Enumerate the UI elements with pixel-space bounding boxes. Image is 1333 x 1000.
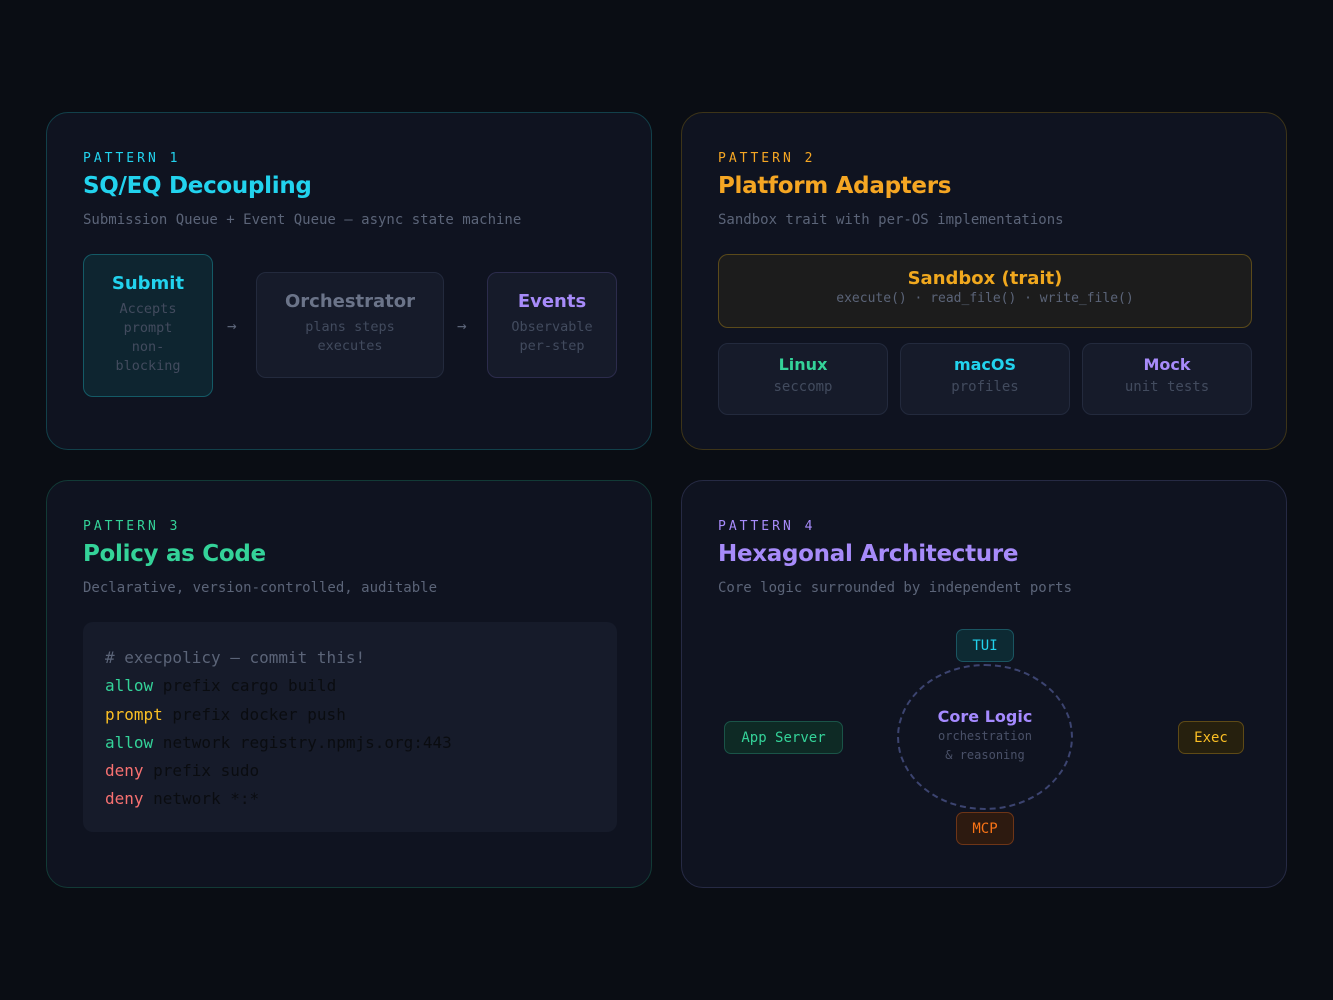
pattern-3-card: PATTERN 3 Policy as Code Declarative, ve… (46, 480, 652, 888)
pattern-3-title: Policy as Code (83, 541, 266, 567)
orchestrator-desc-line: executes (317, 338, 383, 354)
code-line: allow network registry.npmjs.org:443 (105, 729, 617, 757)
code-line: deny prefix sudo (105, 757, 617, 785)
port-tui: TUI (956, 629, 1014, 662)
pattern-2-title: Platform Adapters (718, 173, 952, 199)
mock-impl-desc: unit tests (1124, 379, 1210, 395)
sandbox-trait-title: Sandbox (trait) (907, 268, 1063, 289)
code-line: prompt prefix docker push (105, 701, 617, 729)
policy-code-block: # execpolicy — commit this! allow prefix… (83, 622, 617, 832)
pattern-2-card: PATTERN 2 Platform Adapters Sandbox trai… (681, 112, 1287, 450)
submit-node: Submit Accepts prompt non- blocking (83, 254, 213, 397)
events-node: Events Observable per-step (487, 272, 617, 378)
code-rest: network *:* (143, 789, 260, 809)
submit-desc-line: prompt (123, 320, 173, 336)
sandbox-trait-box: Sandbox (trait) execute() · read_file() … (718, 254, 1252, 328)
pattern-3-eyebrow: PATTERN 3 (83, 519, 181, 534)
events-title: Events (517, 291, 587, 312)
code-rest: prefix cargo build (153, 676, 337, 696)
orchestrator-title: Orchestrator (284, 291, 416, 312)
macos-impl-box: macOS profiles (900, 343, 1070, 415)
mock-impl-box: Mock unit tests (1082, 343, 1252, 415)
pattern-1-subtitle: Submission Queue + Event Queue — async s… (83, 212, 522, 228)
core-logic-desc-line: orchestration (938, 729, 1032, 743)
sandbox-trait-methods: execute() · read_file() · write_file() (836, 291, 1134, 306)
core-logic-title: Core Logic (937, 707, 1033, 726)
mock-impl-title: Mock (1143, 355, 1191, 374)
code-keyword: deny (105, 789, 144, 809)
orchestrator-node: Orchestrator plans steps executes (256, 272, 444, 378)
pattern-1-title: SQ/EQ Decoupling (83, 173, 312, 199)
port-mcp: MCP (956, 812, 1014, 845)
code-line: deny network *:* (105, 785, 617, 813)
arrow-right-icon: → (227, 316, 237, 335)
code-keyword: deny (105, 761, 144, 781)
pattern-4-eyebrow: PATTERN 4 (718, 519, 816, 534)
events-desc-line: per-step (519, 338, 585, 354)
core-logic-node: Core Logic orchestration & reasoning (897, 707, 1073, 764)
code-keyword: prompt (105, 704, 163, 724)
port-exec: Exec (1178, 721, 1244, 754)
pattern-4-card: PATTERN 4 Hexagonal Architecture Core lo… (681, 480, 1287, 888)
pattern-1-card: PATTERN 1 SQ/EQ Decoupling Submission Qu… (46, 112, 652, 450)
pattern-1-eyebrow: PATTERN 1 (83, 151, 181, 166)
linux-impl-desc: seccomp (773, 379, 833, 395)
pattern-4-title: Hexagonal Architecture (718, 541, 1019, 567)
events-desc-line: Observable (511, 319, 593, 335)
code-rest: network registry.npmjs.org:443 (153, 732, 452, 752)
port-app-server: App Server (724, 721, 843, 754)
code-rest: prefix docker push (162, 704, 346, 724)
code-line: allow prefix cargo build (105, 672, 617, 700)
linux-impl-title: Linux (778, 355, 828, 374)
pattern-4-subtitle: Core logic surrounded by independent por… (718, 580, 1073, 596)
pattern-2-subtitle: Sandbox trait with per-OS implementation… (718, 212, 1064, 228)
code-rest: prefix sudo (143, 761, 260, 781)
arrow-right-icon: → (457, 316, 467, 335)
submit-desc-line: Accepts (119, 301, 177, 317)
pattern-3-subtitle: Declarative, version-controlled, auditab… (83, 580, 438, 596)
submit-desc-line: blocking (115, 358, 181, 374)
code-comment: # execpolicy — commit this! (105, 648, 366, 667)
macos-impl-title: macOS (953, 355, 1017, 374)
code-keyword: allow (105, 676, 154, 696)
macos-impl-desc: profiles (951, 379, 1019, 395)
orchestrator-desc-line: plans steps (305, 319, 395, 335)
core-logic-desc-line: & reasoning (945, 748, 1025, 762)
submit-desc-line: non- (131, 339, 165, 355)
linux-impl-box: Linux seccomp (718, 343, 888, 415)
pattern-2-eyebrow: PATTERN 2 (718, 151, 816, 166)
code-keyword: allow (105, 732, 154, 752)
submit-title: Submit (111, 273, 185, 294)
